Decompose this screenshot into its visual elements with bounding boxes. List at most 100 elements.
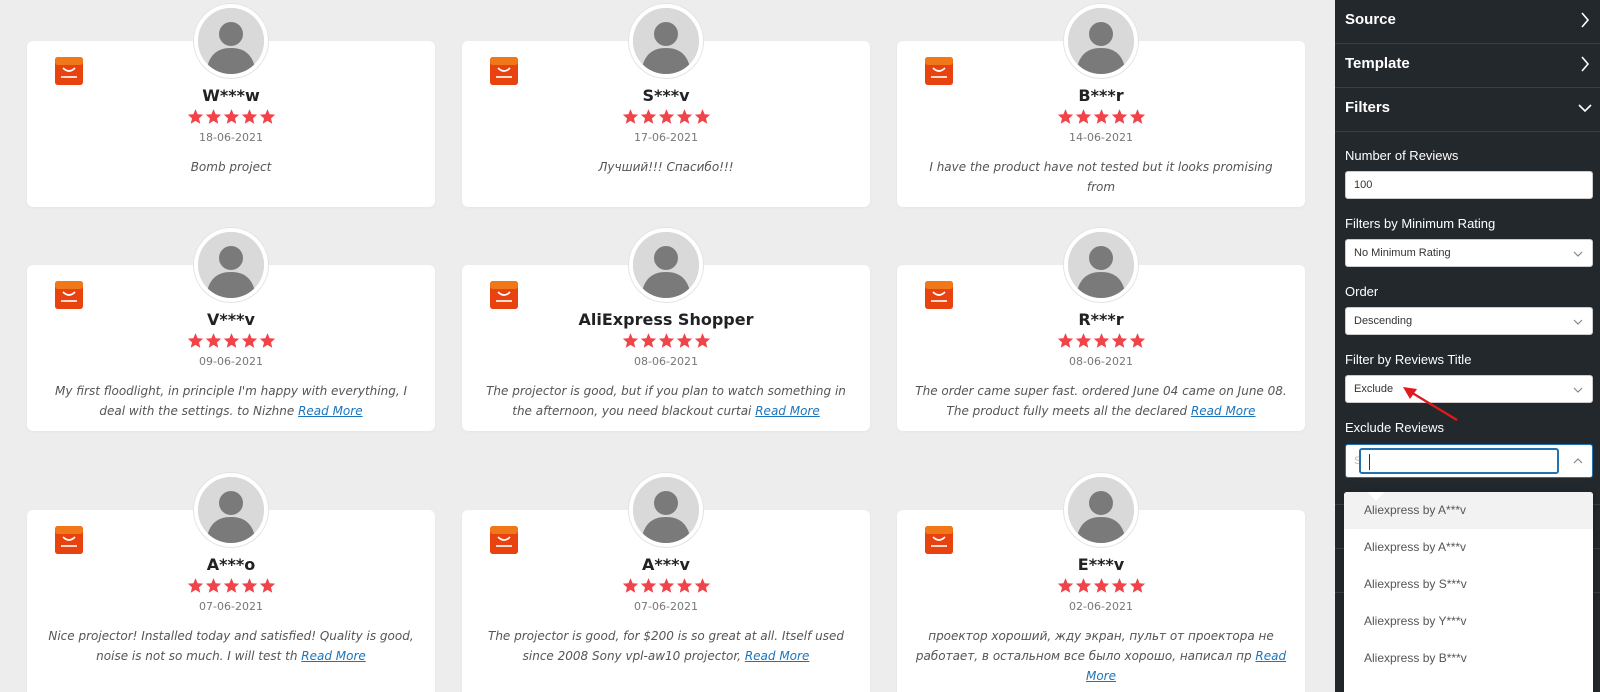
review-date: 07-06-2021: [634, 600, 698, 613]
number-of-reviews-label: Number of Reviews: [1345, 148, 1459, 163]
filter-title-value: Exclude: [1354, 383, 1394, 395]
min-rating-value: No Minimum Rating: [1354, 247, 1451, 259]
rating-stars: [27, 332, 435, 350]
exclude-reviews-dropdown: Aliexpress by A***v Aliexpress by A***v …: [1344, 492, 1593, 692]
aliexpress-icon: [55, 57, 83, 85]
star-icon: [622, 108, 639, 125]
review-text: The projector is good, but if you plan t…: [480, 381, 852, 421]
review-date: 07-06-2021: [199, 600, 263, 613]
reviewer-name: E***v: [1077, 555, 1125, 574]
rating-stars: [897, 577, 1305, 595]
review-text: проектор хороший, жду экран, пульт от пр…: [915, 626, 1287, 686]
star-icon: [1129, 108, 1146, 125]
star-icon: [658, 577, 675, 594]
aliexpress-icon: [490, 281, 518, 309]
reviewer-name: AliExpress Shopper: [578, 310, 754, 329]
star-icon: [694, 577, 711, 594]
exclude-reviews-search-input[interactable]: [1359, 448, 1559, 474]
star-icon: [259, 108, 276, 125]
dropdown-option[interactable]: Aliexpress by A***v: [1344, 492, 1593, 529]
review-text-body: Лучший!!! Спасибо!!!: [598, 160, 734, 174]
aliexpress-icon: [490, 526, 518, 554]
star-icon: [1057, 332, 1074, 349]
star-icon: [187, 577, 204, 594]
star-icon: [622, 332, 639, 349]
section-filters[interactable]: Filters: [1335, 88, 1600, 132]
order-select[interactable]: Descending: [1345, 307, 1593, 335]
text-cursor: [1369, 454, 1370, 470]
section-source[interactable]: Source: [1335, 0, 1600, 44]
user-avatar-icon: [1064, 473, 1138, 547]
user-avatar-icon: [629, 228, 703, 302]
aliexpress-icon: [925, 57, 953, 85]
dropdown-option[interactable]: Aliexpress by S***v: [1344, 566, 1593, 603]
section-template[interactable]: Template: [1335, 44, 1600, 88]
star-icon: [223, 332, 240, 349]
star-icon: [640, 577, 657, 594]
review-date: 08-06-2021: [1069, 355, 1133, 368]
min-rating-select[interactable]: No Minimum Rating: [1345, 239, 1593, 267]
user-avatar-icon: [629, 4, 703, 78]
user-avatar-icon: [1064, 4, 1138, 78]
star-icon: [1093, 332, 1110, 349]
star-icon: [1111, 577, 1128, 594]
rating-stars: [462, 108, 870, 126]
reviewer-name: B***r: [1078, 86, 1124, 105]
review-text: Nice projector! Installed today and sati…: [45, 626, 417, 666]
review-date: 08-06-2021: [634, 355, 698, 368]
star-icon: [676, 108, 693, 125]
chevron-right-icon: [1581, 12, 1590, 28]
star-icon: [658, 108, 675, 125]
star-icon: [1057, 577, 1074, 594]
star-icon: [259, 577, 276, 594]
aliexpress-icon: [490, 57, 518, 85]
number-of-reviews-input[interactable]: 100: [1345, 171, 1593, 199]
read-more-link[interactable]: Read More: [301, 649, 366, 663]
star-icon: [241, 332, 258, 349]
review-date: 18-06-2021: [199, 131, 263, 144]
read-more-link[interactable]: Read More: [755, 404, 820, 418]
aliexpress-icon: [55, 281, 83, 309]
read-more-link[interactable]: Read More: [298, 404, 363, 418]
review-text: The projector is good, for $200 is so gr…: [480, 626, 852, 666]
review-date: 02-06-2021: [1069, 600, 1133, 613]
review-date: 14-06-2021: [1069, 131, 1133, 144]
star-icon: [187, 332, 204, 349]
order-label: Order: [1345, 284, 1379, 299]
read-more-link[interactable]: Read More: [1191, 404, 1256, 418]
star-icon: [676, 332, 693, 349]
reviewer-name: A***v: [642, 555, 690, 574]
rating-stars: [897, 108, 1305, 126]
star-icon: [241, 108, 258, 125]
user-avatar-icon: [194, 228, 268, 302]
chevron-up-icon: [1573, 458, 1583, 464]
review-text: The order came super fast. ordered June …: [915, 381, 1287, 421]
star-icon: [1057, 108, 1074, 125]
dropdown-option[interactable]: Aliexpress by Y***v: [1344, 603, 1593, 640]
star-icon: [1129, 577, 1146, 594]
filter-title-select[interactable]: Exclude: [1345, 375, 1593, 403]
exclude-reviews-label: Exclude Reviews: [1345, 420, 1444, 435]
star-icon: [223, 577, 240, 594]
review-text: I have the product have not tested but i…: [915, 157, 1287, 197]
review-text-body: проектор хороший, жду экран, пульт от пр…: [915, 629, 1274, 663]
section-source-label: Source: [1345, 11, 1396, 28]
filter-title-label: Filter by Reviews Title: [1345, 352, 1472, 367]
dropdown-option[interactable]: Aliexpress by A***v: [1344, 529, 1593, 566]
dropdown-option[interactable]: Aliexpress by B***v: [1344, 640, 1593, 677]
star-icon: [1111, 332, 1128, 349]
section-template-label: Template: [1345, 55, 1410, 72]
min-rating-label: Filters by Minimum Rating: [1345, 216, 1496, 231]
star-icon: [1075, 332, 1092, 349]
reviewer-name: W***w: [202, 86, 260, 105]
star-icon: [241, 577, 258, 594]
read-more-link[interactable]: Read More: [745, 649, 810, 663]
star-icon: [694, 108, 711, 125]
order-value: Descending: [1354, 315, 1413, 327]
star-icon: [694, 332, 711, 349]
aliexpress-icon: [925, 281, 953, 309]
star-icon: [205, 332, 222, 349]
exclude-reviews-select[interactable]: S: [1345, 444, 1593, 478]
rating-stars: [462, 577, 870, 595]
section-filters-label: Filters: [1345, 99, 1391, 116]
